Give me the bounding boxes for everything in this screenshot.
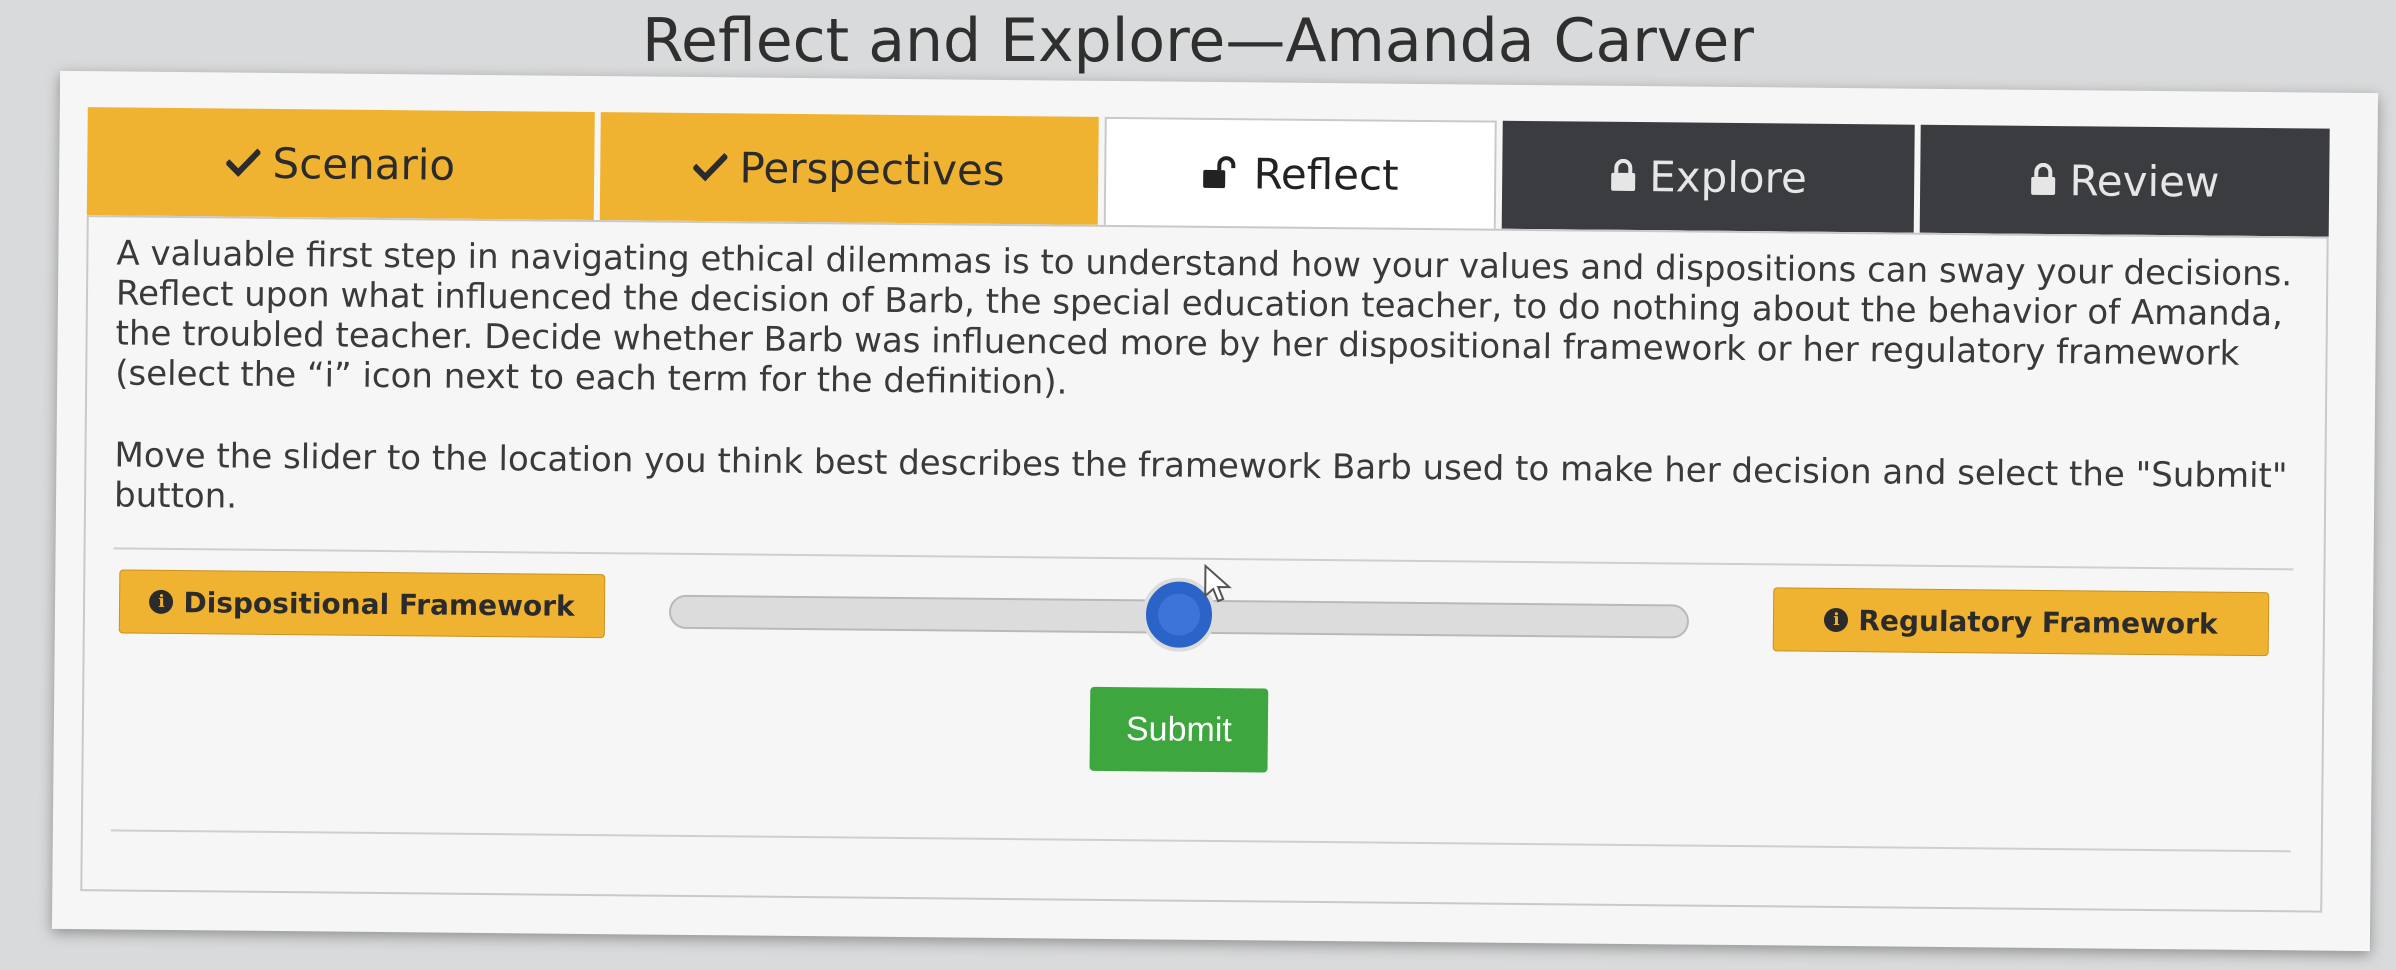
regulatory-framework-label: Regulatory Framework xyxy=(1858,603,2218,641)
submit-button[interactable]: Submit xyxy=(1089,686,1269,773)
check-icon xyxy=(226,147,261,177)
framework-slider[interactable] xyxy=(668,577,1690,653)
tab-bar: Scenario Perspectives Reflect Explore Re… xyxy=(86,107,2330,237)
tab-scenario[interactable]: Scenario xyxy=(86,107,595,221)
tab-perspectives[interactable]: Perspectives xyxy=(599,112,1099,225)
check-icon xyxy=(693,152,728,182)
instructions-paragraph: A valuable first step in navigating ethi… xyxy=(115,233,2293,403)
tab-label: Perspectives xyxy=(739,142,1005,195)
dispositional-framework-label: Dispositional Framework xyxy=(183,585,575,623)
tab-label: Scenario xyxy=(272,138,456,190)
divider xyxy=(110,829,2291,853)
tab-label: Reflect xyxy=(1253,148,1399,200)
reflect-panel: A valuable first step in navigating ethi… xyxy=(80,215,2329,913)
page-title: Reflect and Explore—Amanda Carver xyxy=(642,6,1754,76)
mouse-pointer-icon xyxy=(1203,563,1233,608)
tab-explore[interactable]: Explore xyxy=(1501,120,1915,233)
lock-icon xyxy=(1609,158,1637,193)
unlock-icon xyxy=(1201,156,1241,190)
slider-instructions: Move the slider to the location you thin… xyxy=(113,435,2288,517)
tab-review[interactable]: Review xyxy=(1919,124,2330,237)
tab-reflect[interactable]: Reflect xyxy=(1103,116,1497,229)
lock-icon xyxy=(2029,162,2057,197)
regulatory-framework-button[interactable]: i Regulatory Framework xyxy=(1772,587,2270,657)
tab-label: Review xyxy=(2069,155,2220,207)
activity-card: Scenario Perspectives Reflect Explore Re… xyxy=(51,70,2379,952)
info-icon[interactable]: i xyxy=(149,589,174,615)
info-icon[interactable]: i xyxy=(1824,607,1849,633)
tab-label: Explore xyxy=(1648,151,1808,203)
dispositional-framework-button[interactable]: i Dispositional Framework xyxy=(118,569,606,639)
